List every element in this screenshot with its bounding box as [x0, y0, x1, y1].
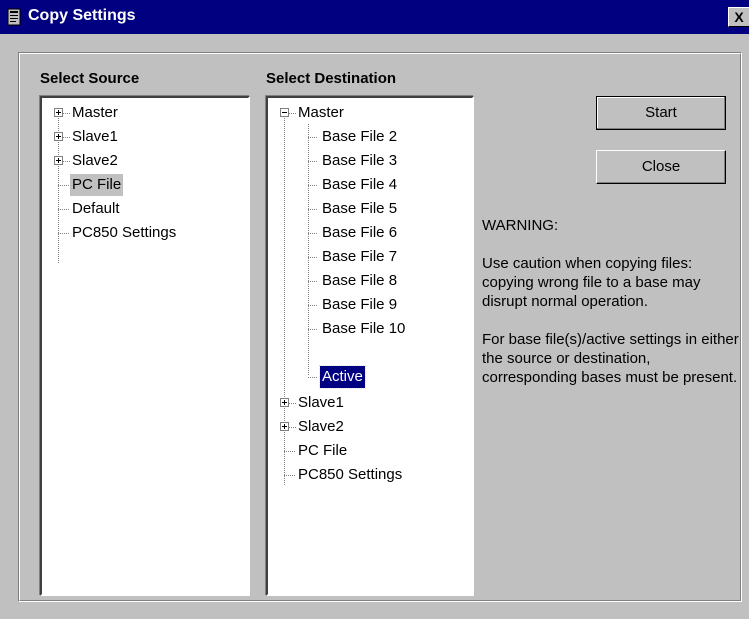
close-button[interactable]: Close	[596, 150, 726, 184]
tree-connector	[289, 427, 297, 428]
destination-item-base-file-8[interactable]: Base File 8	[268, 270, 472, 292]
tree-item-label: Base File 9	[322, 296, 398, 313]
tree-connector	[63, 137, 71, 138]
destination-item-pc850-settings[interactable]: PC850 Settings	[268, 464, 472, 486]
source-item-default[interactable]: Default	[42, 198, 248, 220]
tree-item-label: Base File 5	[322, 200, 398, 217]
destination-item-pc-file[interactable]: PC File	[268, 440, 472, 462]
destination-item-base-file-9[interactable]: Base File 9	[268, 294, 472, 316]
tree-connector	[308, 377, 318, 378]
tree-connector	[308, 281, 318, 282]
tree-connector	[308, 305, 318, 306]
tree-item-label: PC850 Settings	[72, 224, 177, 241]
tree-item-label: Master	[72, 104, 118, 121]
expand-icon[interactable]	[54, 108, 63, 117]
tree-item-label: Base File 2	[322, 128, 398, 145]
tree-connector	[58, 233, 70, 234]
tree-connector	[308, 137, 318, 138]
tree-item-label: Slave1	[298, 394, 344, 411]
tree-item-label: Base File 3	[322, 152, 398, 169]
tree-connector	[63, 113, 71, 114]
tree-connector	[284, 451, 296, 452]
tree-connector	[63, 161, 71, 162]
source-item-pc850-settings[interactable]: PC850 Settings	[42, 222, 248, 244]
tree-connector	[308, 233, 318, 234]
tree-item-label: Active	[319, 365, 366, 389]
tree-connector	[58, 185, 70, 186]
tree-connector	[308, 329, 318, 330]
destination-item-base-file-6[interactable]: Base File 6	[268, 222, 472, 244]
warning-text: WARNING: Use caution when copying files:…	[482, 216, 744, 406]
destination-item-base-file-10[interactable]: Base File 10	[268, 318, 472, 340]
tree-connector	[289, 113, 297, 114]
close-icon[interactable]: X	[728, 7, 749, 27]
select-destination-label: Select Destination	[266, 70, 397, 87]
select-source-label: Select Source	[40, 70, 140, 87]
destination-item-base-file-2[interactable]: Base File 2	[268, 126, 472, 148]
source-item-slave1[interactable]: Slave1	[42, 126, 248, 148]
start-button[interactable]: Start	[596, 96, 726, 130]
tree-item-label: Base File 8	[322, 272, 398, 289]
tree-connector	[308, 209, 318, 210]
destination-item-master[interactable]: Master	[268, 102, 472, 124]
tree-connector	[308, 185, 318, 186]
tree-connector	[308, 257, 318, 258]
expand-icon[interactable]	[280, 422, 289, 431]
title-bar[interactable]: Copy Settings X	[0, 0, 749, 34]
tree-item-label: Slave2	[298, 418, 344, 435]
collapse-icon[interactable]	[280, 108, 289, 117]
expand-icon[interactable]	[54, 132, 63, 141]
window-title: Copy Settings	[28, 7, 136, 24]
tree-item-label: Slave2	[72, 152, 118, 169]
warning-paragraph-2: For base file(s)/active settings in eith…	[482, 331, 739, 386]
source-item-slave2[interactable]: Slave2	[42, 150, 248, 172]
tree-connector	[289, 403, 297, 404]
destination-tree[interactable]: Master Base File 2 Base File 3 Base File…	[266, 96, 474, 596]
tree-item-label: PC850 Settings	[298, 466, 403, 483]
source-tree[interactable]: Master Slave1 Slave2 PC File Default PC8…	[40, 96, 250, 596]
tree-item-label: Base File 7	[322, 248, 398, 265]
destination-item-slave2[interactable]: Slave2	[268, 416, 472, 438]
source-item-pc-file[interactable]: PC File	[42, 174, 248, 196]
expand-icon[interactable]	[54, 156, 63, 165]
destination-item-base-file-5[interactable]: Base File 5	[268, 198, 472, 220]
tree-connector	[308, 161, 318, 162]
tree-item-label: Base File 4	[322, 176, 398, 193]
tree-connector	[58, 209, 70, 210]
warning-paragraph-1: Use caution when copying files: copying …	[482, 255, 701, 310]
tree-connector	[284, 475, 296, 476]
tree-item-label: PC File	[70, 174, 124, 196]
destination-item-base-file-4[interactable]: Base File 4	[268, 174, 472, 196]
warning-heading: WARNING:	[482, 217, 559, 234]
destination-item-active[interactable]: Active	[268, 365, 472, 389]
tree-item-label: Slave1	[72, 128, 118, 145]
destination-item-base-file-7[interactable]: Base File 7	[268, 246, 472, 268]
tree-item-label: PC File	[298, 442, 348, 459]
tree-item-label: Base File 10	[322, 320, 406, 337]
tree-item-label: Base File 6	[322, 224, 398, 241]
app-icon	[6, 8, 22, 26]
tree-item-label: Master	[298, 104, 344, 121]
destination-item-slave1[interactable]: Slave1	[268, 392, 472, 414]
destination-item-base-file-3[interactable]: Base File 3	[268, 150, 472, 172]
source-item-master[interactable]: Master	[42, 102, 248, 124]
tree-item-label: Default	[72, 200, 120, 217]
expand-icon[interactable]	[280, 398, 289, 407]
